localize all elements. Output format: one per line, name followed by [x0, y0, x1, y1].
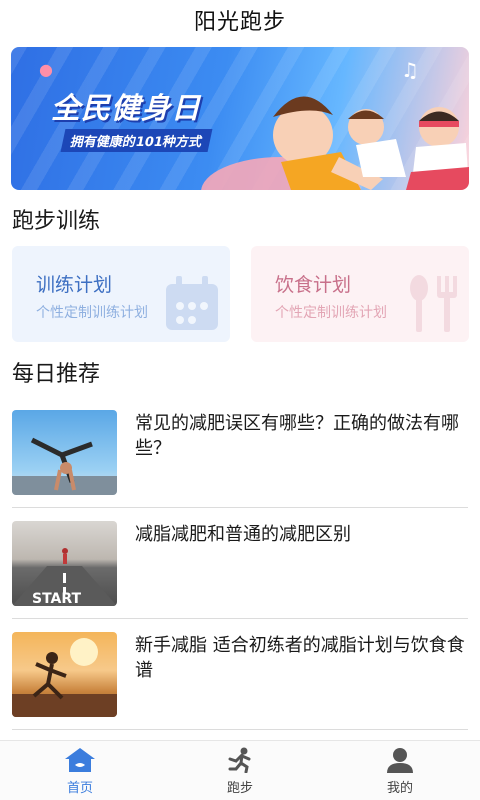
tab-label: 我的: [386, 781, 413, 796]
article-item[interactable]: 新手减脂 适合初练者的减脂计划与饮食食谱: [0, 632, 480, 742]
card-subtitle: 个性定制训练计划: [36, 305, 148, 321]
divider: [12, 618, 468, 619]
promo-banner[interactable]: ♫ ♪ ● 全民健身日 拥有健康的101种方式: [11, 47, 469, 190]
tab-home[interactable]: 首页: [0, 741, 160, 800]
card-subtitle: 个性定制训练计划: [275, 305, 387, 321]
section-title-training: 跑步训练: [12, 209, 101, 234]
card-title: 训练计划: [36, 274, 113, 296]
page-title: 阳光跑步: [193, 10, 286, 35]
sunset-runner-image: [12, 638, 117, 717]
runner-icon: [228, 747, 251, 773]
article-thumbnail: [12, 632, 117, 717]
diet-plan-card[interactable]: 饮食计划 个性定制训练计划: [251, 246, 469, 342]
training-plan-card[interactable]: 训练计划 个性定制训练计划: [12, 246, 230, 342]
gymnast-image: [12, 437, 117, 495]
article-thumbnail: [12, 410, 117, 495]
section-title-daily: 每日推荐: [12, 362, 101, 387]
cutlery-icon: [410, 275, 457, 332]
tab-label: 首页: [66, 781, 93, 796]
start-line-image: START: [12, 548, 117, 606]
home-icon: [65, 748, 95, 772]
card-title: 饮食计划: [275, 274, 352, 296]
calendar-icon: [166, 276, 218, 330]
tab-label: 跑步: [226, 781, 253, 796]
article-thumbnail: START: [12, 521, 117, 606]
article-item[interactable]: 常见的减肥误区有哪些？正确的做法有哪些？: [0, 410, 480, 520]
article-title: 常见的减肥误区有哪些？正确的做法有哪些？: [135, 413, 459, 459]
divider: [12, 507, 468, 508]
bottom-tab-bar: 首页 跑步 我的: [0, 740, 480, 800]
tab-running[interactable]: 跑步: [160, 741, 320, 800]
article-item[interactable]: START 减脂减肥和普通的减肥区别: [0, 521, 480, 631]
article-title: 新手减脂 适合初练者的减脂计划与饮食食谱: [135, 635, 465, 681]
user-icon: [387, 748, 413, 773]
svg-text:♫: ♫: [401, 58, 419, 82]
divider: [12, 729, 468, 730]
svg-text:START: START: [32, 591, 82, 606]
banner-subtitle: 拥有健康的101种方式: [60, 129, 213, 152]
svg-text:●: ●: [39, 60, 53, 79]
banner-title: 全民健身日: [51, 91, 202, 125]
tab-profile[interactable]: 我的: [320, 741, 480, 800]
article-title: 减脂减肥和普通的减肥区别: [135, 524, 351, 545]
app-header: 阳光跑步: [0, 0, 480, 40]
